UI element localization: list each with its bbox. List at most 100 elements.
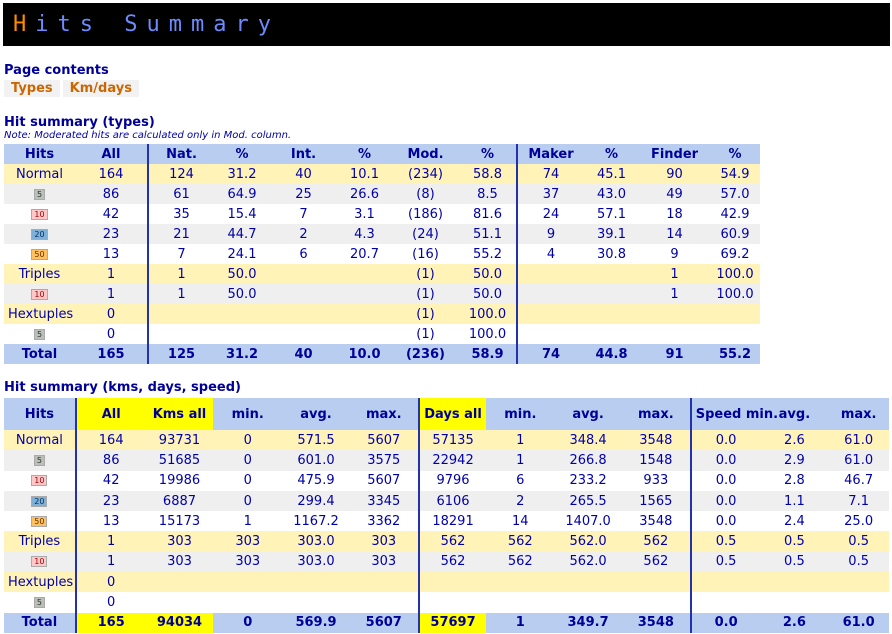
row-label: 5: [4, 592, 75, 613]
row-label: Normal: [4, 430, 75, 451]
cell-max-9: 1548: [621, 450, 690, 471]
types-col-header-9: %: [584, 144, 639, 164]
cell-nat-2: 1: [147, 264, 214, 284]
kms-row: Triples 1 303 303 303.0 303 562 562 562.0 562 0.5 0…: [4, 531, 889, 552]
types-total-row: Total 165 125 31.2 40 10.0 (236) 58.9 74 44.8 91 55…: [4, 344, 760, 364]
types-row: 20 23 21 44.7 2 4.3 (24) 51.1 9 39.1 14 60.9: [4, 224, 760, 244]
cell-max-9: 562: [621, 551, 690, 573]
cell-min-3: 1: [213, 511, 283, 532]
hit-badge-10: 10: [31, 556, 48, 568]
cell-avg-11: 2.8: [760, 470, 829, 491]
cell-int-4: [270, 284, 337, 304]
cell-kms-all-2: 51685: [145, 450, 214, 471]
cell-all-1: 42: [74, 470, 146, 491]
cell-min-3: 0: [213, 450, 283, 471]
cell--11: 54.9: [710, 164, 760, 184]
cell-max-5: [349, 572, 418, 593]
row-label: 5: [4, 450, 75, 471]
cell-avg-11: 2.6: [760, 430, 829, 451]
cell--5: 3.1: [337, 204, 392, 224]
cell-finder-10: 9: [639, 244, 710, 264]
cell-days-all-6: 9796: [417, 470, 487, 491]
cell-mod-6: (1): [392, 304, 459, 324]
types-col-header-11: %: [710, 144, 760, 164]
cell-mod-6: (24): [392, 224, 459, 244]
cell--7: 50.0: [459, 284, 516, 304]
row-label: Total: [4, 612, 75, 633]
row-label-text: Normal: [15, 432, 63, 448]
cell-avg-11: 0.5: [760, 551, 829, 573]
cell-all-1: 42: [75, 204, 147, 224]
cell--11: [710, 324, 760, 344]
cell-days-all-6: 6106: [417, 490, 487, 512]
kms-row: 5 86 51685 0 601.0 3575 22942 1 266.8 1548 0.0 2.9 6…: [4, 450, 889, 471]
cell--7: 81.6: [459, 204, 516, 224]
cell--11: 100.0: [710, 264, 760, 284]
types-header-row: Hits All Nat.% Int.% Mod.% Maker% Finder%: [4, 144, 760, 164]
cell-days-all-6: [417, 572, 487, 593]
row-label-text: Hextuples: [8, 574, 74, 590]
cell-min-7: [486, 572, 555, 593]
cell--9: 30.8: [584, 244, 639, 264]
row-label-text: Total: [21, 346, 58, 362]
cell-days-all-6: 22942: [417, 450, 487, 471]
types-col-header-5: %: [337, 144, 392, 164]
row-label: Normal: [4, 164, 75, 184]
cell-max-9: [621, 592, 690, 613]
cell-nat-2: 1: [147, 284, 214, 304]
cell--5: 20.7: [337, 244, 392, 264]
cell--9: 39.1: [584, 224, 639, 244]
cell--9: 43.0: [584, 184, 639, 204]
cell-max-9: 562: [621, 531, 690, 552]
types-col-header-1: All: [75, 144, 147, 164]
hit-badge-10: 10: [31, 475, 48, 487]
cell-max-12: 0.5: [828, 531, 889, 552]
row-label: Triples: [4, 531, 75, 552]
cell-all-1: 1: [75, 284, 147, 304]
cell-mod-6: (234): [392, 164, 459, 184]
cell-min-3: [213, 572, 283, 593]
cell--9: [584, 324, 639, 344]
cell-days-all-6: 57697: [417, 612, 487, 633]
cell-max-5: 3575: [349, 450, 418, 471]
cell-avg-4: [282, 572, 350, 593]
cell--3: 31.2: [214, 344, 270, 364]
cell-avg-4: 1167.2: [282, 511, 350, 532]
cell--5: 10.0: [337, 344, 392, 364]
cell--5: [337, 304, 392, 324]
cell-min-3: 0: [213, 430, 283, 451]
cell-days-all-6: [417, 592, 487, 613]
cell-avg-8: 349.7: [554, 612, 622, 633]
types-row: Hextuples 0 (1) 100.0: [4, 304, 760, 324]
cell-nat-2: [147, 324, 214, 344]
types-note: Note: Moderated hits are calculated only…: [4, 130, 292, 141]
cell-avg-4: 299.4: [282, 490, 350, 512]
cell-finder-10: [639, 324, 710, 344]
cell-int-4: 40: [270, 164, 337, 184]
cell-avg-8: [554, 572, 622, 593]
link-km-days[interactable]: Km/days: [62, 80, 139, 97]
types-col-header-0: Hits: [4, 144, 75, 164]
kms-col-header-10: Speed min.: [689, 398, 778, 430]
row-label: 50: [4, 511, 75, 532]
cell-min-7: 1: [486, 430, 555, 451]
cell--3: 50.0: [214, 264, 270, 284]
cell-mod-6: (8): [392, 184, 459, 204]
cell-max-12: [828, 592, 889, 613]
cell-min-7: 1: [486, 450, 555, 471]
hit-badge-50: 50: [31, 248, 48, 260]
cell--11: 100.0: [710, 284, 760, 304]
cell-all-1: 165: [75, 344, 147, 364]
cell-speed-min-10: [689, 592, 761, 613]
cell--7: 58.9: [459, 344, 516, 364]
cell-kms-all-2: 93731: [145, 430, 214, 451]
kms-table: Hits All Kms all min. avg. max. Days all min. av…: [4, 398, 889, 633]
link-types[interactable]: Types: [4, 80, 60, 97]
cell-avg-4: 303.0: [282, 551, 350, 573]
cell-days-all-6: 18291: [417, 511, 487, 532]
cell-max-5: 3345: [349, 490, 418, 512]
cell-mod-6: (186): [392, 204, 459, 224]
types-row: Normal 164 124 31.2 40 10.1 (234) 58.8 74 45.1 90 5…: [4, 164, 760, 184]
cell--9: [584, 284, 639, 304]
cell--7: 58.8: [459, 164, 516, 184]
